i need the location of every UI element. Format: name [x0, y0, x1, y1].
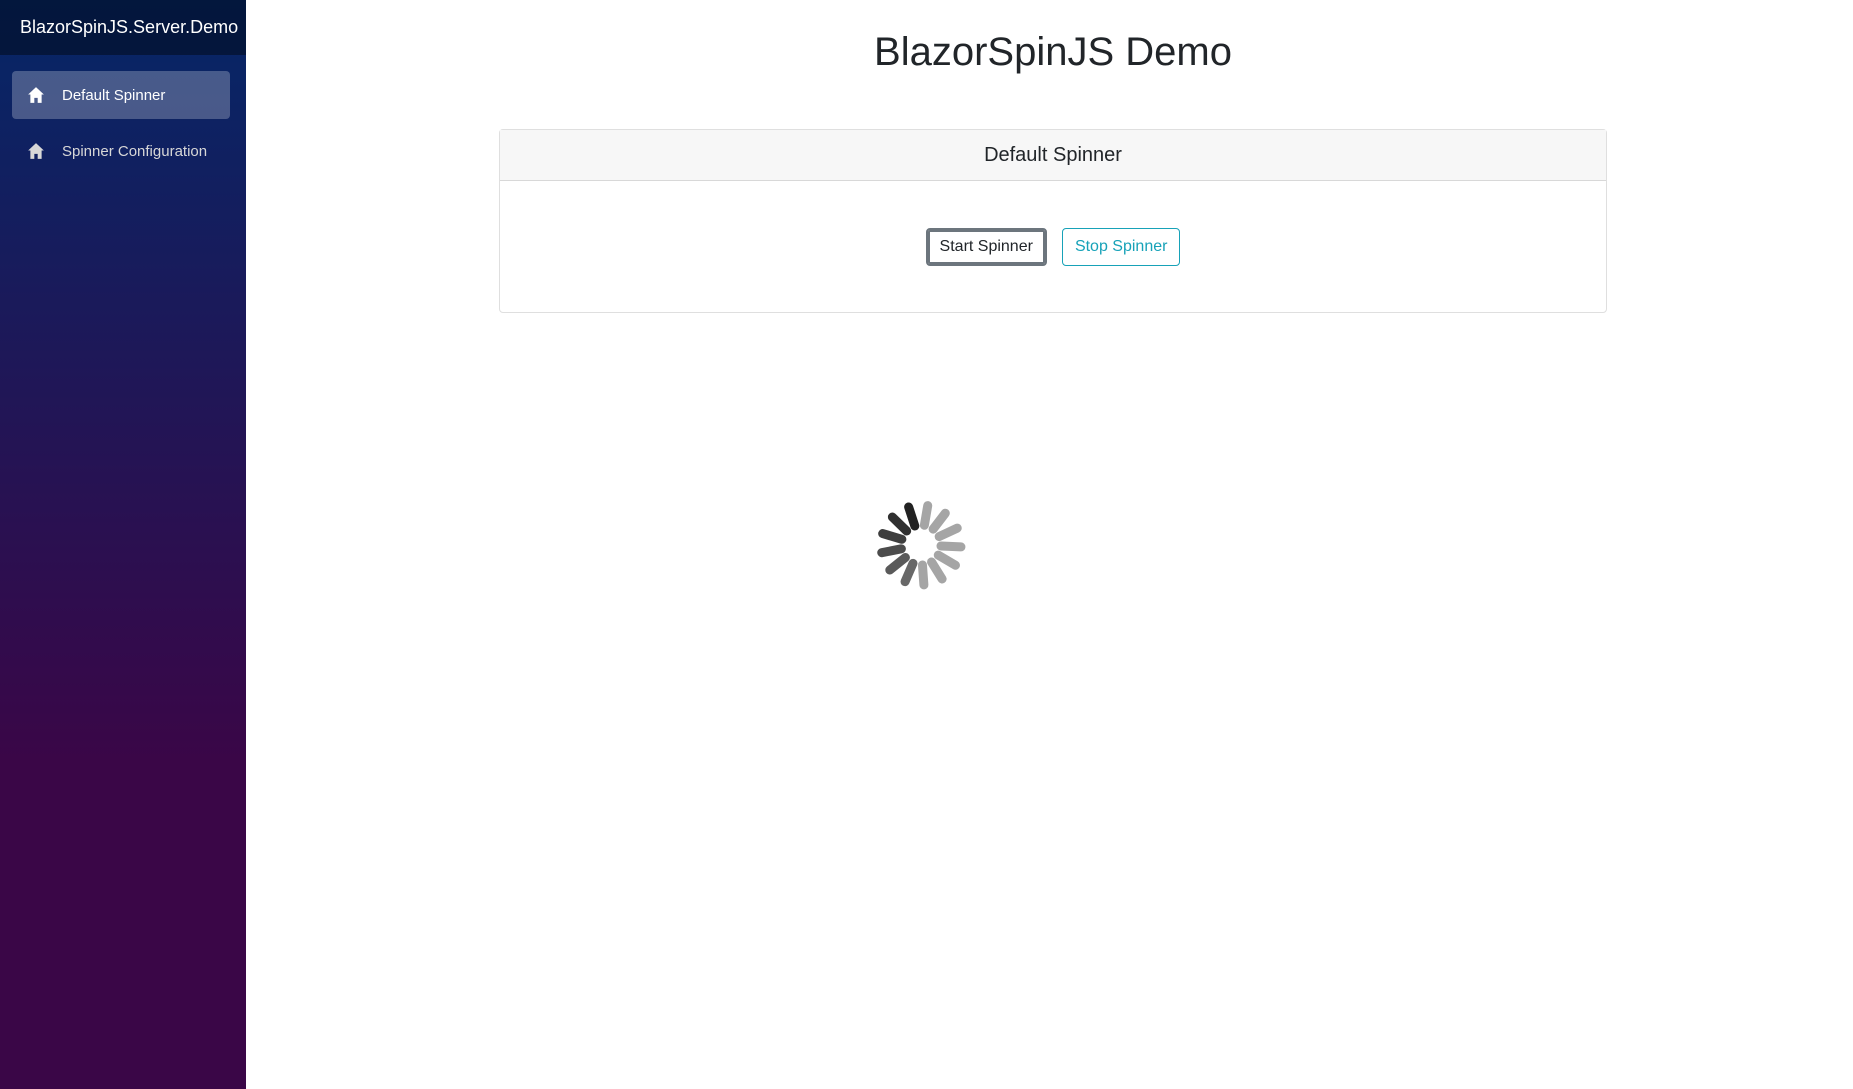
- spinner-line: [917, 560, 929, 590]
- spinner-line: [904, 502, 920, 531]
- sidebar-item-label: Default Spinner: [62, 86, 166, 104]
- app-brand[interactable]: BlazorSpinJS.Server.Demo: [20, 17, 238, 38]
- spinner-line: [885, 553, 910, 575]
- loading-spinner: [846, 470, 996, 620]
- home-icon: [26, 85, 46, 105]
- start-spinner-button[interactable]: Start Spinner: [925, 228, 1047, 266]
- spinner-line: [877, 544, 906, 558]
- sidebar-header: BlazorSpinJS.Server.Demo: [0, 0, 246, 55]
- sidebar-item-spinner-configuration[interactable]: Spinner Configuration: [12, 127, 230, 175]
- spinner-line: [933, 550, 960, 570]
- home-icon: [26, 141, 46, 161]
- sidebar-item-default-spinner[interactable]: Default Spinner: [12, 71, 230, 119]
- spinner-line: [887, 512, 912, 536]
- spinner-line: [928, 508, 950, 534]
- sidebar-nav: Default Spinner Spinner Configuration: [0, 55, 246, 175]
- spinner-card: Default Spinner Start Spinner Stop Spinn…: [499, 129, 1607, 313]
- card-header: Default Spinner: [500, 130, 1606, 181]
- card-body: Start Spinner Stop Spinner: [500, 181, 1606, 313]
- page-title: BlazorSpinJS Demo: [874, 30, 1232, 74]
- stop-spinner-button[interactable]: Stop Spinner: [1061, 228, 1181, 266]
- spinner-line: [878, 529, 907, 544]
- spinner-line: [934, 523, 962, 542]
- spinner-icon: [877, 501, 966, 590]
- spinner-line: [927, 557, 947, 584]
- sidebar: BlazorSpinJS.Server.Demo Default Spinner…: [0, 0, 246, 1089]
- sidebar-item-label: Spinner Configuration: [62, 142, 208, 160]
- spinner-line: [900, 558, 918, 587]
- spinner-line: [936, 541, 966, 552]
- app-root: BlazorSpinJS.Server.Demo Default Spinner…: [0, 0, 1853, 1089]
- main-content: BlazorSpinJS Demo Default Spinner Start …: [246, 0, 1853, 1089]
- spinner-line: [919, 501, 933, 530]
